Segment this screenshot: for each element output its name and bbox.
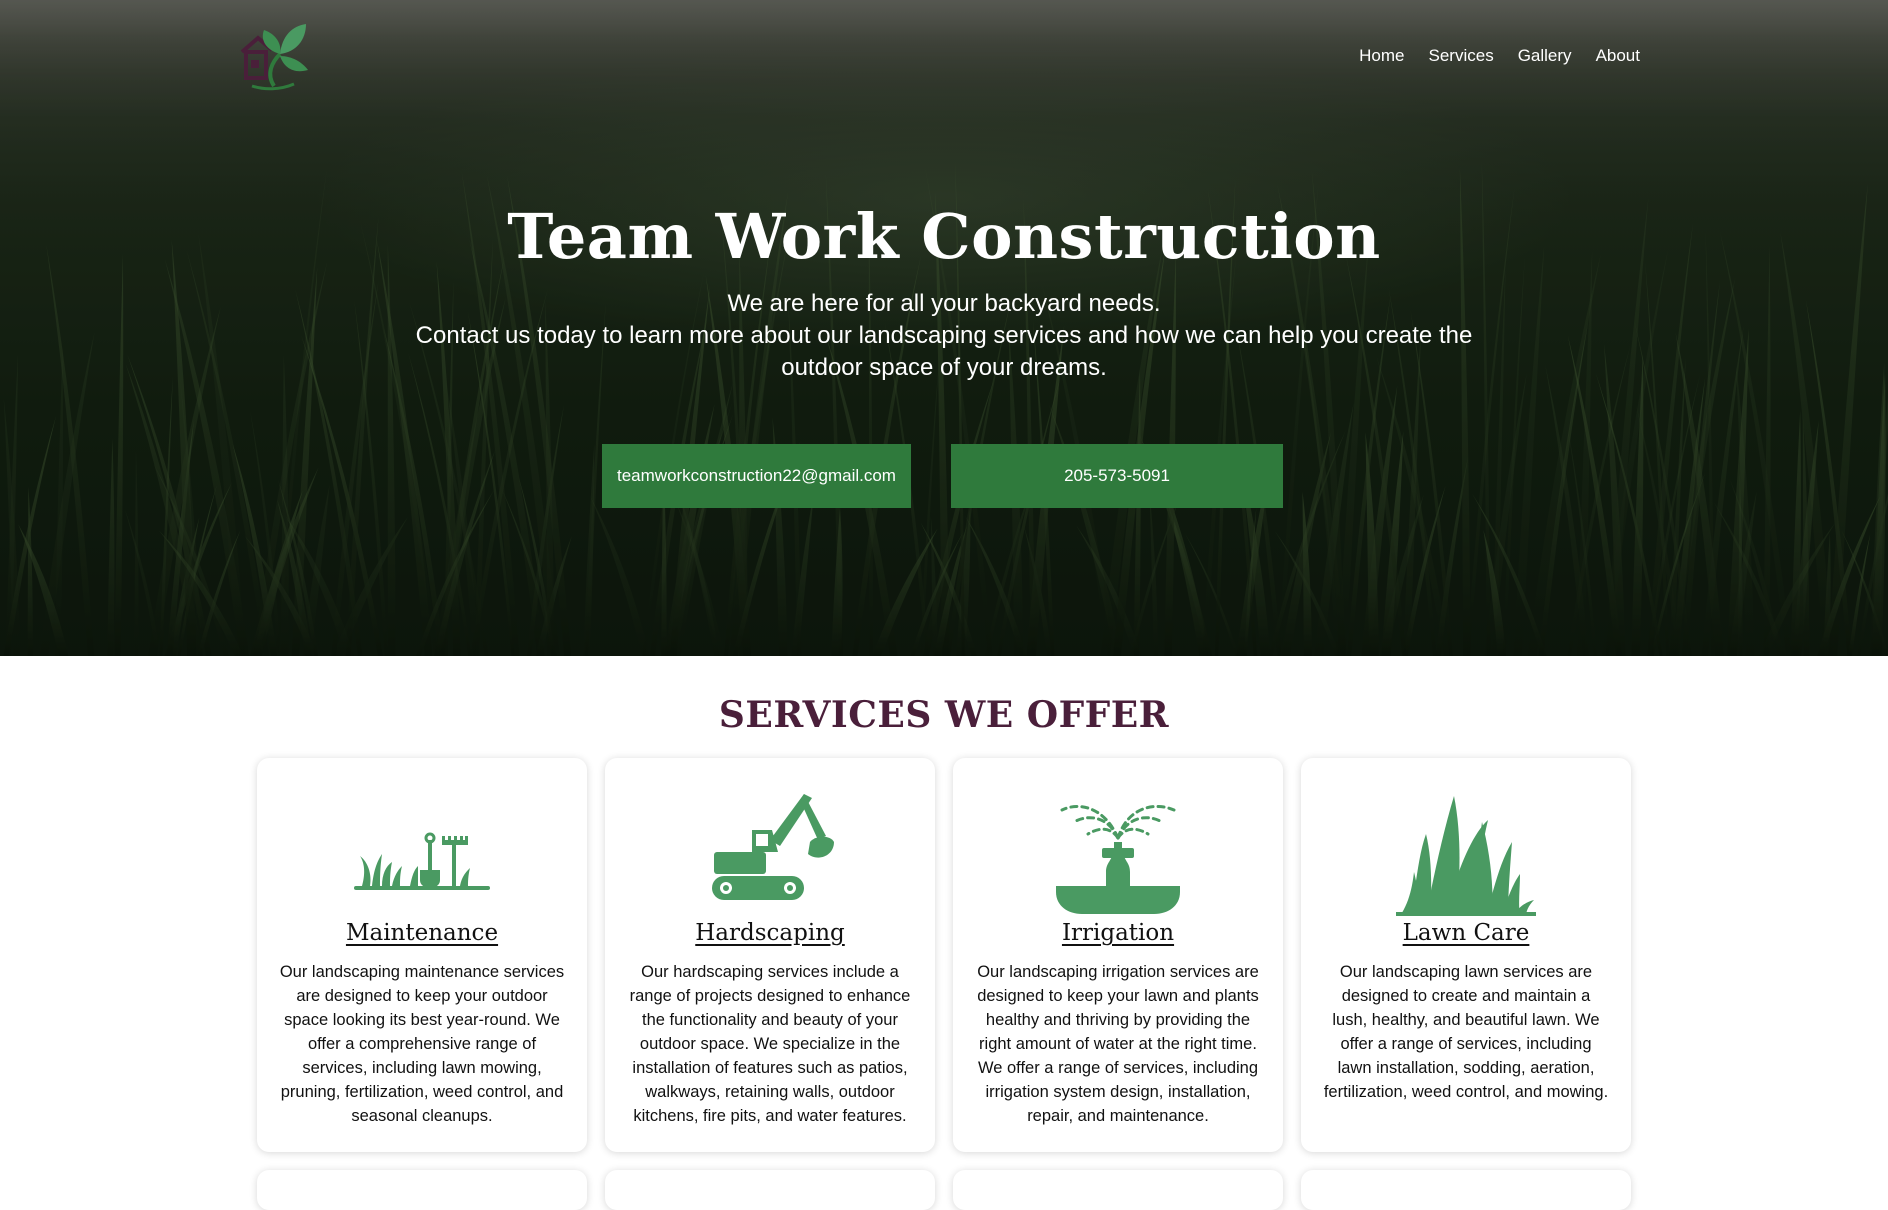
service-card-maintenance: Maintenance Our landscaping maintenance … (257, 758, 587, 1152)
hero-subtitle: We are here for all your backyard needs.… (380, 288, 1508, 384)
nav-about-link[interactable]: About (1596, 46, 1640, 66)
email-button[interactable]: teamworkconstruction22@gmail.com (602, 444, 911, 508)
service-title[interactable]: Irrigation (953, 920, 1283, 946)
service-card-row2 (605, 1170, 935, 1210)
service-card-hardscaping: Hardscaping Our hardscaping services inc… (605, 758, 935, 1152)
grass-icon (1396, 796, 1536, 916)
service-card-row2 (257, 1170, 587, 1210)
hero-section: Home Services Gallery About Team Work Co… (0, 0, 1888, 656)
hero-title: Team Work Construction (507, 200, 1381, 273)
service-card-irrigation: Irrigation Our landscaping irrigation se… (953, 758, 1283, 1152)
service-description: Our landscaping irrigation services are … (977, 963, 1259, 1125)
excavator-icon (712, 794, 834, 900)
company-logo[interactable] (236, 14, 316, 94)
hero-subtitle-line-1: We are here for all your backyard needs. (727, 290, 1161, 317)
sprinkler-icon (1056, 804, 1180, 914)
garden-tools-icon (354, 832, 490, 890)
nav-home-link[interactable]: Home (1359, 46, 1404, 66)
nav-services-link[interactable]: Services (1429, 46, 1494, 66)
main-nav: Home Services Gallery About (1359, 46, 1640, 66)
service-title[interactable]: Hardscaping (605, 920, 935, 946)
service-title[interactable]: Maintenance (257, 920, 587, 946)
nav-gallery-link[interactable]: Gallery (1518, 46, 1572, 66)
service-description: Our landscaping maintenance services are… (279, 963, 565, 1125)
service-card-row2 (953, 1170, 1283, 1210)
service-card-row2 (1301, 1170, 1631, 1210)
service-description: Our hardscaping services include a range… (629, 963, 911, 1125)
hero-subtitle-line-2: Contact us today to learn more about our… (415, 322, 1473, 381)
service-description: Our landscaping lawn services are design… (1323, 963, 1609, 1101)
phone-button[interactable]: 205-573-5091 (951, 444, 1283, 508)
services-heading: SERVICES WE OFFER (718, 694, 1170, 736)
service-card-lawn-care: Lawn Care Our landscaping lawn services … (1301, 758, 1631, 1152)
service-title[interactable]: Lawn Care (1301, 920, 1631, 946)
